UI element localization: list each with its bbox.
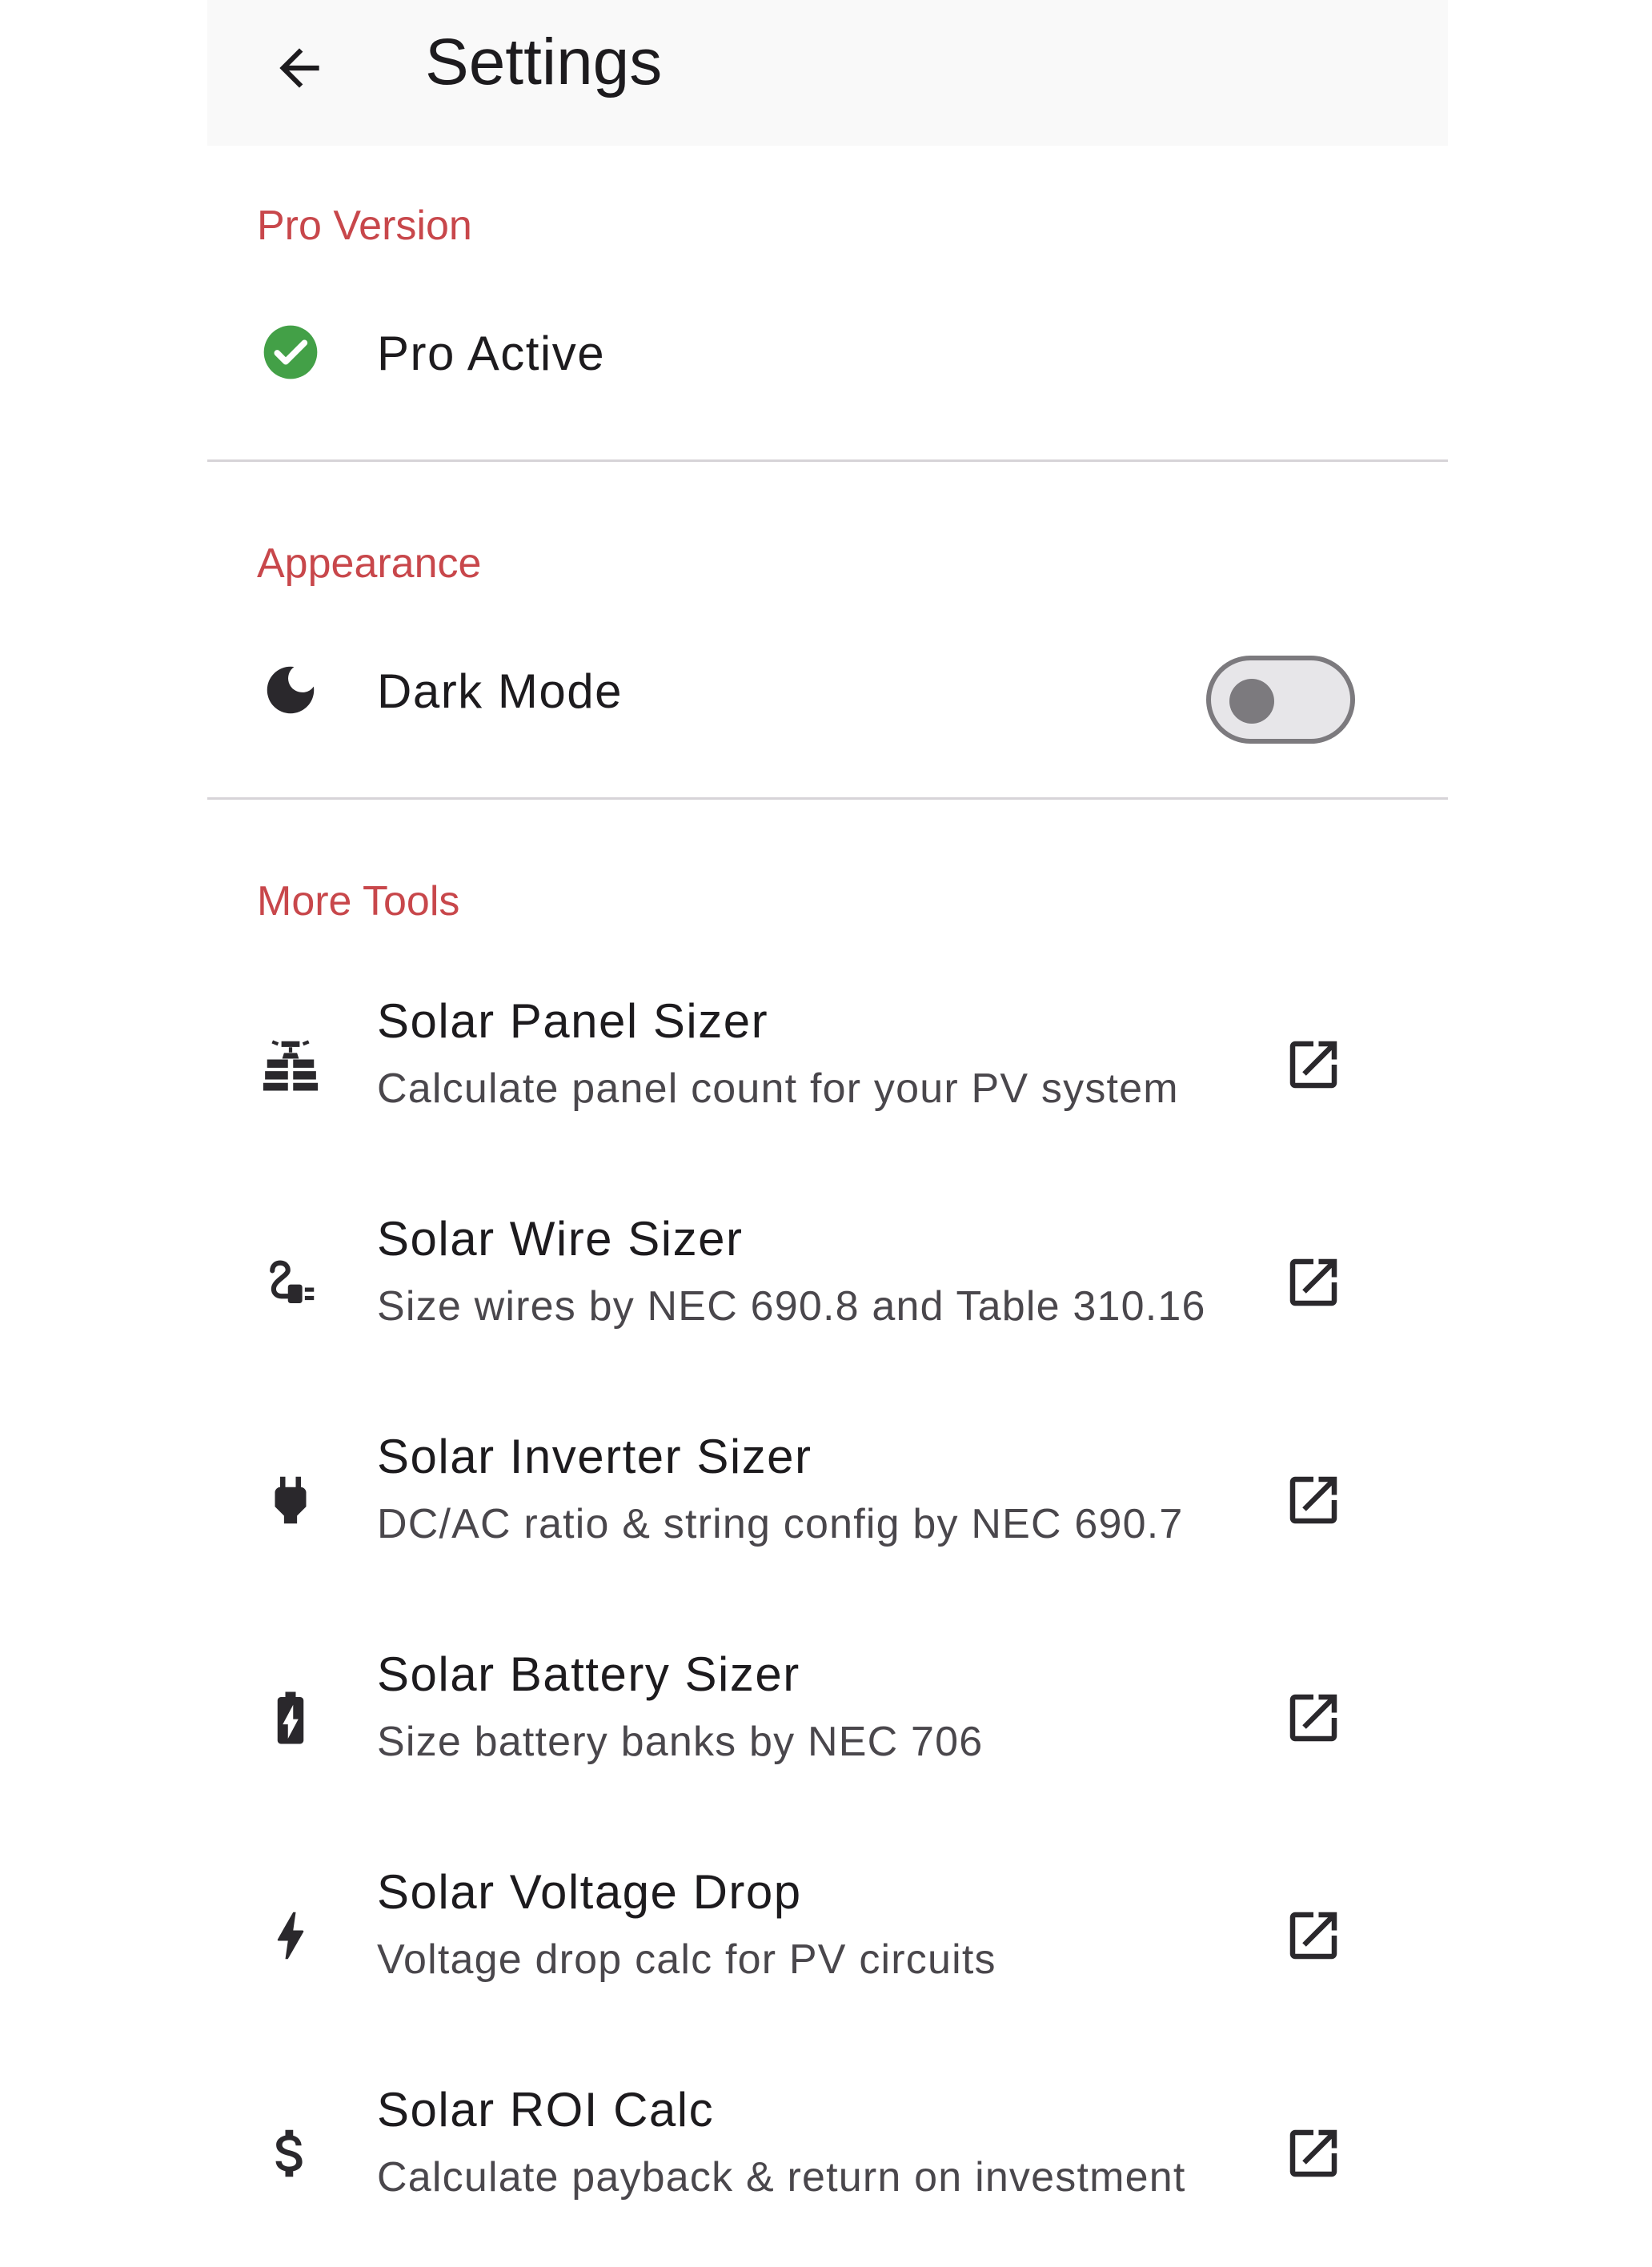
tool-subtitle: Size wires by NEC 690.8 and Table 310.16	[377, 1283, 1206, 1330]
moon-icon	[257, 656, 324, 724]
pro-status-row: Pro Active	[207, 288, 1448, 416]
tool-title: Solar Panel Sizer	[377, 994, 769, 1048]
arrow-back-icon	[279, 48, 319, 88]
tool-item-solar-wire-sizer[interactable]: Solar Wire Sizer Size wires by NEC 690.8…	[207, 1178, 1448, 1396]
settings-screen: Settings Pro Version Pro Active Appearan…	[207, 0, 1448, 2203]
dollar-icon	[257, 2120, 324, 2187]
section-header-more-tools: More Tools	[257, 878, 460, 925]
solar-panel-icon	[257, 1031, 324, 1098]
tool-subtitle: Voltage drop calc for PV circuits	[377, 1936, 996, 1983]
check-circle-icon	[257, 319, 324, 386]
tool-title: Solar Battery Sizer	[377, 1647, 800, 1701]
tool-item-solar-roi-calc[interactable]: Solar ROI Calc Calculate payback & retur…	[207, 2049, 1448, 2267]
bolt-icon	[257, 1902, 324, 1969]
cable-plug-icon	[257, 1249, 324, 1316]
dark-mode-row[interactable]: Dark Mode	[207, 626, 1448, 754]
toggle-thumb	[1229, 679, 1274, 724]
back-button[interactable]	[247, 16, 351, 120]
dark-mode-label: Dark Mode	[377, 664, 623, 718]
open-in-new-icon[interactable]	[1280, 2120, 1347, 2187]
tool-subtitle: Calculate payback & return on investment	[377, 2154, 1186, 2201]
tool-item-solar-voltage-drop[interactable]: Solar Voltage Drop Voltage drop calc for…	[207, 1832, 1448, 2049]
tool-item-solar-inverter-sizer[interactable]: Solar Inverter Sizer DC/AC ratio & strin…	[207, 1396, 1448, 1614]
open-in-new-icon[interactable]	[1280, 1249, 1347, 1316]
open-in-new-icon[interactable]	[1280, 1684, 1347, 1751]
tool-title: Solar ROI Calc	[377, 2083, 715, 2137]
section-header-pro-version: Pro Version	[257, 203, 472, 249]
open-in-new-icon[interactable]	[1280, 1031, 1347, 1098]
open-in-new-icon[interactable]	[1280, 1902, 1347, 1969]
divider	[207, 459, 1448, 462]
pro-status-label: Pro Active	[377, 327, 606, 380]
tool-item-solar-battery-sizer[interactable]: Solar Battery Sizer Size battery banks b…	[207, 1614, 1448, 1832]
tool-subtitle: Calculate panel count for your PV system	[377, 1065, 1179, 1112]
tool-title: Solar Wire Sizer	[377, 1212, 744, 1266]
divider	[207, 797, 1448, 800]
tool-item-solar-panel-sizer[interactable]: Solar Panel Sizer Calculate panel count …	[207, 961, 1448, 1178]
open-in-new-icon[interactable]	[1280, 1467, 1347, 1534]
battery-charging-icon	[257, 1684, 324, 1751]
tool-subtitle: Size battery banks by NEC 706	[377, 1719, 984, 1765]
tool-subtitle: DC/AC ratio & string config by NEC 690.7	[377, 1501, 1184, 1547]
dark-mode-toggle[interactable]	[1206, 656, 1360, 748]
tool-title: Solar Inverter Sizer	[377, 1430, 812, 1483]
power-plug-icon	[257, 1467, 324, 1534]
toggle-track	[1206, 656, 1355, 744]
app-bar: Settings	[207, 0, 1448, 146]
page-title: Settings	[425, 26, 663, 98]
section-header-appearance: Appearance	[257, 540, 482, 587]
tool-title: Solar Voltage Drop	[377, 1865, 802, 1919]
